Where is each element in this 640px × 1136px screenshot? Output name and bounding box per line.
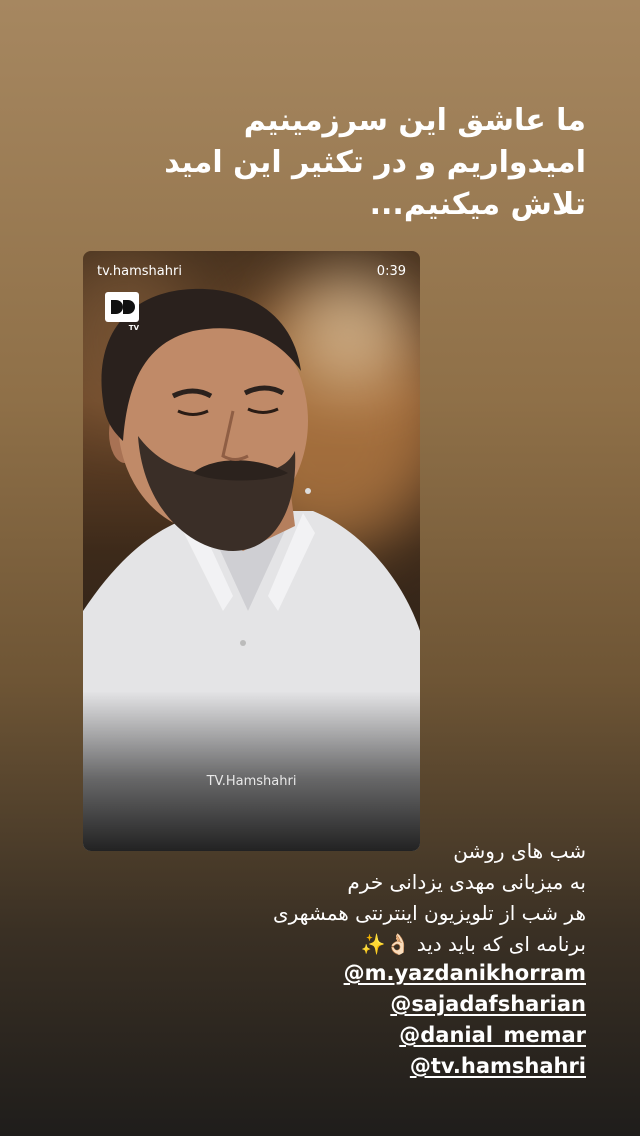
mention-sticker[interactable]: @sajadafsharian	[390, 992, 586, 1016]
video-bottom-shade	[83, 691, 420, 851]
video-watermark: TV.Hamshahri	[206, 774, 297, 789]
headline-line: امیدواریم و در تکثیر این امید	[164, 145, 586, 180]
caption-line: برنامه ای که باید دید 👌🏻✨	[360, 932, 586, 956]
hamshahri-tv-logo-icon: TV	[105, 292, 139, 334]
story-caption: شب های روشن به میزبانی مهدی یزدانی خرم ه…	[106, 836, 586, 960]
mention-sticker[interactable]: @tv.hamshahri	[410, 1054, 586, 1078]
caption-line: شب های روشن	[453, 839, 586, 863]
headline-line: ما عاشق این سرزمینیم	[243, 103, 586, 138]
story-headline: ما عاشق این سرزمینیم امیدواریم و در تکثی…	[164, 100, 586, 226]
video-duration: 0:39	[376, 264, 406, 279]
headline-line: تلاش میکنیم...	[369, 187, 586, 222]
video-source-label[interactable]: tv.hamshahri	[97, 264, 182, 279]
mention-sticker[interactable]: @danial_memar	[399, 1023, 586, 1047]
caption-line: هر شب از تلویزیون اینترنتی همشهری	[272, 901, 586, 925]
mention-list: @m.yazdanikhorram @sajadafsharian @dania…	[106, 958, 586, 1082]
mention-sticker[interactable]: @m.yazdanikhorram	[344, 961, 586, 985]
caption-line: به میزبانی مهدی یزدانی خرم	[347, 870, 586, 894]
shared-video-card[interactable]: tv.hamshahri 0:39 TV TV.Hamshahri	[83, 251, 420, 851]
